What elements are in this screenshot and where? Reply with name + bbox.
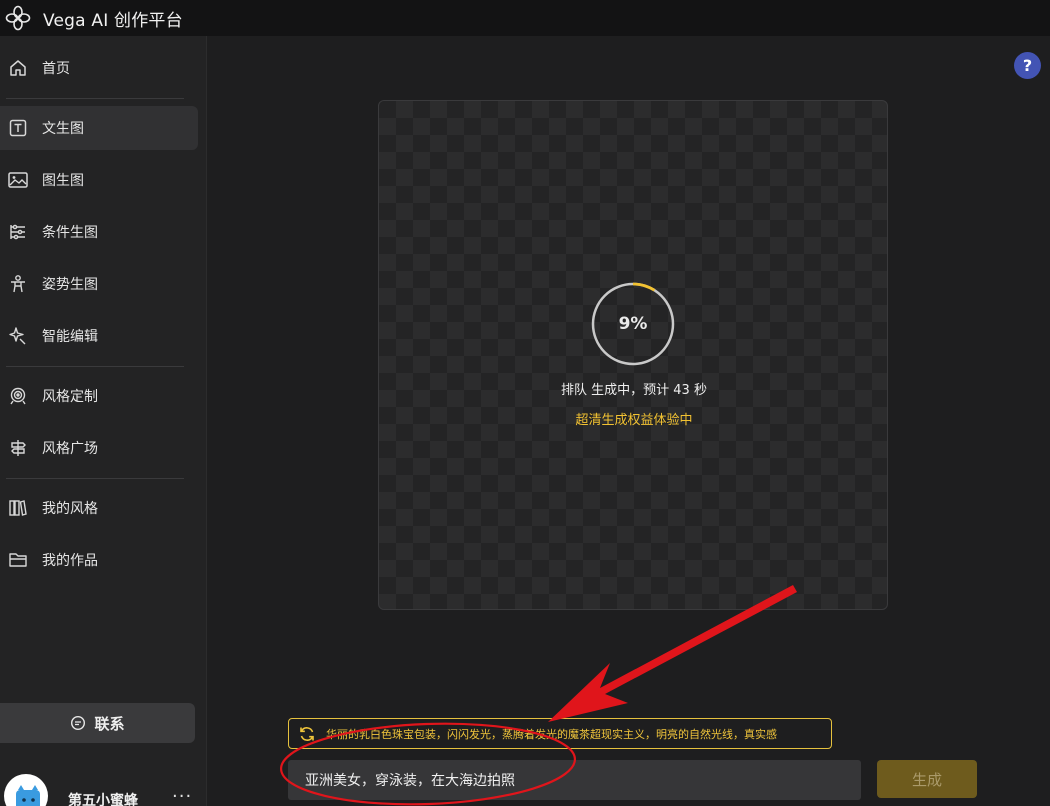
contact-label: 联系 xyxy=(94,714,125,733)
folder-icon xyxy=(7,549,29,571)
text-box-icon xyxy=(7,117,29,139)
sidebar-item-home[interactable]: 首页 xyxy=(0,46,198,90)
sidebar-item-my-styles[interactable]: 我的风格 xyxy=(0,486,198,530)
sidebar-item-label: 文生图 xyxy=(42,121,84,137)
sidebar-divider xyxy=(6,366,184,367)
sidebar-item-label: 风格定制 xyxy=(42,389,98,405)
suggestion-text: 华丽的乳白色珠宝包装，闪闪发光，蒸腾着发光的魔茶超现实主义，明亮的自然光线，真实… xyxy=(326,727,777,741)
sidebar-item-label: 我的作品 xyxy=(42,553,98,569)
sidebar-divider xyxy=(6,98,184,99)
flower-logo-icon[interactable] xyxy=(5,5,31,31)
sidebar-item-image-to-image[interactable]: 图生图 xyxy=(0,158,198,202)
books-icon xyxy=(7,497,29,519)
sidebar-item-style-square[interactable]: 风格广场 xyxy=(0,426,198,470)
sidebar-item-style-custom[interactable]: 风格定制 xyxy=(0,374,198,418)
target-icon xyxy=(7,385,29,407)
generation-status: 排队 生成中，预计 43 秒 xyxy=(561,383,707,398)
vip-benefit-text[interactable]: 超清生成权益体验中 xyxy=(379,409,889,428)
home-icon xyxy=(7,57,29,79)
sliders-icon xyxy=(7,221,29,243)
app-title: Vega AI 创作平台 xyxy=(43,10,183,31)
sidebar-item-label: 条件生图 xyxy=(42,225,98,241)
progress-percent: 9% xyxy=(618,314,648,334)
help-button[interactable]: ? xyxy=(1014,52,1041,79)
image-canvas: 9% 排队 生成中，预计 43 秒 超清生成权益体验中 xyxy=(378,100,888,610)
sidebar-item-text-to-image[interactable]: 文生图 xyxy=(0,106,198,150)
chat-bubble-icon xyxy=(71,715,86,731)
sidebar-item-label: 姿势生图 xyxy=(42,277,98,293)
username: 第五小蜜蜂 xyxy=(68,793,138,806)
generate-button[interactable]: 生成 xyxy=(877,760,977,798)
top-bar: Vega AI 创作平台 xyxy=(0,0,1050,36)
sidebar-item-pose[interactable]: 姿势生图 xyxy=(0,262,198,306)
sidebar-item-my-works[interactable]: 我的作品 xyxy=(0,538,198,582)
sidebar-item-label: 图生图 xyxy=(42,173,84,189)
sidebar-item-label: 风格广场 xyxy=(42,441,98,457)
prompt-suggestion[interactable]: 华丽的乳白色珠宝包装，闪闪发光，蒸腾着发光的魔茶超现实主义，明亮的自然光线，真实… xyxy=(288,718,832,749)
sparkle-edit-icon xyxy=(7,325,29,347)
refresh-icon[interactable] xyxy=(298,725,316,743)
image-icon xyxy=(7,169,29,191)
sidebar-item-label: 首页 xyxy=(42,61,70,77)
sidebar-item-label: 智能编辑 xyxy=(42,329,98,345)
user-profile: 第五小蜜蜂 ··· xyxy=(0,772,207,806)
signpost-icon xyxy=(7,437,29,459)
sidebar-item-label: 我的风格 xyxy=(42,501,98,517)
avatar[interactable] xyxy=(4,774,48,806)
sidebar: 首页 文生图 图生图 条件生图 姿势生图 智能编辑 风格定制 风格广场 我的风格… xyxy=(0,36,207,806)
prompt-input[interactable]: 亚洲美女，穿泳装，在大海边拍照 xyxy=(288,760,861,800)
sidebar-item-smart-edit[interactable]: 智能编辑 xyxy=(0,314,198,358)
contact-button[interactable]: 联系 xyxy=(0,703,195,743)
sidebar-divider xyxy=(6,478,184,479)
sidebar-item-conditional[interactable]: 条件生图 xyxy=(0,210,198,254)
pose-figure-icon xyxy=(7,273,29,295)
more-options-icon[interactable]: ··· xyxy=(172,786,192,806)
